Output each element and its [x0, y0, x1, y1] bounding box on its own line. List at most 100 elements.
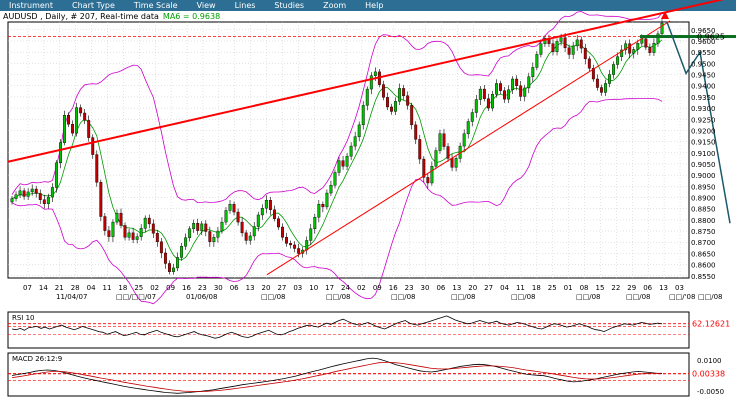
candle-body — [30, 188, 34, 193]
candle-body — [236, 211, 240, 223]
menu-item-chart-type[interactable]: Chart Type — [72, 1, 115, 10]
macd-panel-frame — [7, 352, 690, 397]
candlestick — [127, 228, 131, 241]
candle-body — [325, 192, 329, 208]
candlestick — [373, 67, 377, 82]
candlestick — [555, 38, 559, 56]
x-month-label: □□/□□/07 — [116, 293, 156, 301]
candlestick — [410, 102, 414, 130]
x-day-label: 16 — [182, 284, 191, 292]
candle-body — [636, 43, 640, 50]
candle-body — [63, 115, 66, 143]
candle-body — [22, 190, 26, 197]
candlestick — [50, 183, 54, 202]
candlestick — [204, 220, 208, 237]
menu-item-lines[interactable]: Lines — [235, 1, 256, 10]
x-day-label: 30 — [421, 284, 430, 292]
candle-body — [317, 204, 321, 218]
menu-item-studies[interactable]: Studies — [274, 1, 304, 10]
candle-body — [58, 142, 62, 164]
candlestick — [624, 40, 628, 55]
candle-body — [83, 112, 87, 121]
candlestick — [495, 79, 498, 98]
candlestick — [131, 227, 135, 244]
candle-body — [442, 133, 446, 147]
candle-body — [26, 191, 30, 197]
candlestick — [656, 30, 660, 47]
candlestick — [196, 218, 200, 235]
candlestick — [244, 229, 248, 245]
x-month-label: 01/06/08 — [186, 293, 217, 301]
y-tick-label: 0.9300 — [691, 105, 716, 113]
candlestick — [115, 209, 119, 225]
candlestick — [515, 75, 519, 91]
candlestick — [252, 221, 256, 241]
candle-body — [220, 221, 224, 232]
candle-body — [155, 233, 159, 242]
candle-body — [652, 43, 656, 53]
candle-body — [466, 121, 470, 134]
y-tick-label: 0.8750 — [691, 228, 716, 236]
candlestick — [107, 226, 111, 242]
candle-body — [369, 75, 373, 90]
candle-body — [341, 160, 345, 167]
candle-body — [551, 43, 555, 52]
candle-body — [212, 237, 216, 242]
candlestick — [490, 90, 494, 112]
menu-item-zoom[interactable]: Zoom — [323, 1, 346, 10]
x-day-label: 06 — [436, 284, 445, 292]
candlestick — [260, 204, 264, 220]
candle-body — [365, 88, 369, 106]
candle-body — [478, 88, 482, 100]
candle-body — [519, 85, 523, 97]
candlestick — [369, 72, 373, 95]
x-day-label: 13 — [246, 284, 255, 292]
candle-body — [18, 190, 22, 196]
candle-body — [474, 99, 478, 113]
candlestick — [486, 93, 490, 111]
x-day-label: 28 — [71, 284, 80, 292]
candlestick — [14, 191, 18, 202]
candlestick — [188, 226, 192, 242]
candlestick — [313, 213, 317, 234]
candle-body — [608, 74, 611, 84]
candle-body — [139, 228, 143, 237]
candle-body — [111, 221, 115, 237]
candle-body — [54, 162, 58, 188]
candlestick — [341, 155, 345, 170]
menu-item-help[interactable]: Help — [365, 1, 383, 10]
x-day-label: 27 — [277, 284, 286, 292]
candlestick — [224, 207, 228, 226]
candlestick — [507, 85, 511, 104]
candlestick — [184, 233, 188, 250]
candle-body — [591, 68, 595, 80]
candlestick — [608, 69, 611, 88]
candlestick — [333, 169, 337, 189]
long-term-trendline — [7, 0, 725, 163]
candle-body — [135, 236, 139, 240]
resistance-value-label: 0.9625 — [697, 33, 725, 42]
candlestick — [474, 94, 478, 118]
candle-body — [604, 83, 607, 93]
candle-body — [119, 212, 123, 226]
zoom-label[interactable]: Zoom — [14, 252, 40, 262]
menu-item-view[interactable]: View — [197, 1, 216, 10]
candle-body — [224, 210, 228, 223]
menu-bar: Instrument Chart Type Time Scale View Lines S… — [0, 0, 736, 11]
price-chart[interactable]: 0.9650 0.9600 0.9550 0.9500 0.9450 0.9400 0.93… — [0, 0, 736, 401]
candle-body — [34, 188, 38, 194]
candle-body — [555, 41, 559, 52]
x-day-label: 24 — [341, 284, 350, 292]
candle-body — [228, 204, 232, 211]
candlestick — [575, 34, 579, 51]
candle-body — [50, 187, 54, 198]
candlestick — [357, 121, 361, 142]
candlestick — [297, 243, 301, 258]
x-day-label: 01 — [564, 284, 573, 292]
x-month-label: □□/08 — [391, 293, 416, 301]
candlestick — [406, 91, 410, 110]
candlestick — [499, 80, 502, 95]
candlestick — [478, 85, 482, 105]
menu-item-instrument[interactable]: Instrument — [9, 1, 53, 10]
menu-item-time-scale[interactable]: Time Scale — [134, 1, 178, 10]
